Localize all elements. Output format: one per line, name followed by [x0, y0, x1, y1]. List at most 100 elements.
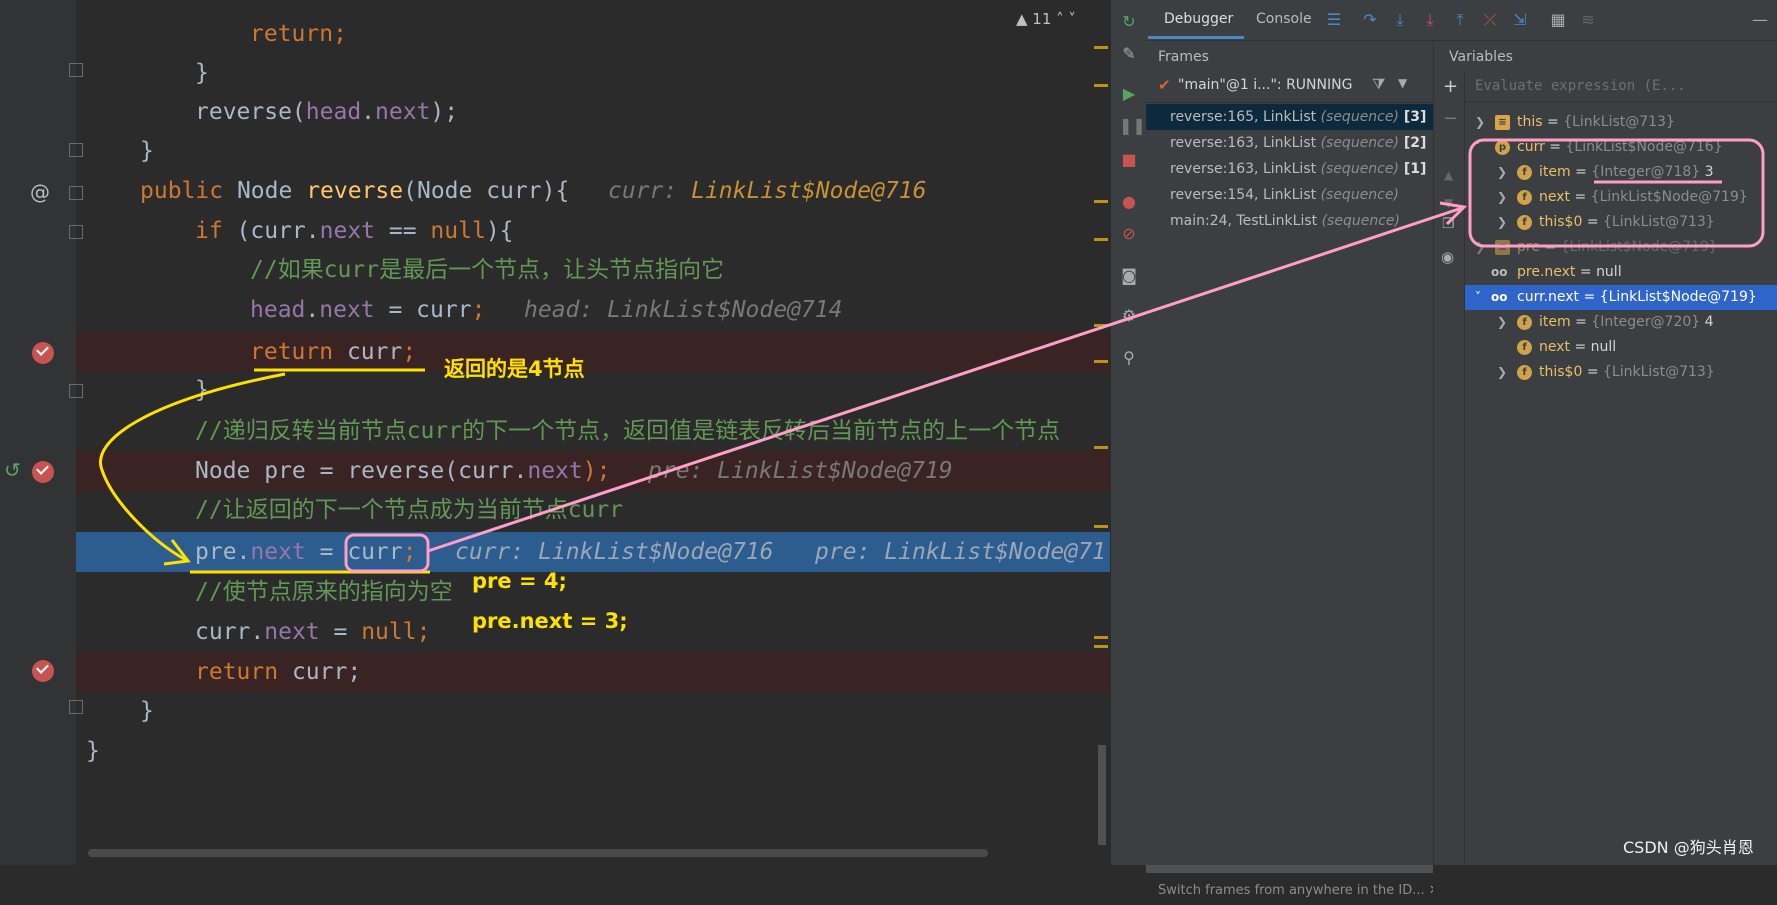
code-line[interactable]: //如果curr是最后一个节点，让头节点指向它: [76, 250, 1110, 290]
chevron-down-icon[interactable]: ▼: [1398, 76, 1407, 90]
close-brace: }: [140, 698, 154, 724]
chevron-right-icon[interactable]: ❯: [1497, 360, 1507, 385]
code-line[interactable]: if (curr.next == null){: [76, 211, 1110, 251]
copy-icon[interactable]: ❐: [1442, 216, 1455, 232]
wrench-icon[interactable]: ✎: [1119, 44, 1139, 64]
stop-icon[interactable]: ■: [1119, 150, 1139, 170]
code-line[interactable]: }: [76, 731, 1110, 771]
breakpoint-icon[interactable]: [32, 461, 54, 483]
error-stripe-mark[interactable]: [1094, 360, 1108, 363]
step-into-icon[interactable]: ⤓: [1390, 10, 1410, 30]
error-stripe-mark[interactable]: [1094, 446, 1108, 449]
chevron-right-icon[interactable]: ❯: [1497, 210, 1507, 235]
variable-row[interactable]: ❯ ≡ this = {LinkList@713}: [1465, 110, 1777, 135]
frame-item[interactable]: reverse:163, LinkList (sequence) [2]: [1146, 130, 1433, 156]
error-stripe-mark[interactable]: [1094, 84, 1108, 87]
chevron-right-icon[interactable]: ❯: [1475, 110, 1485, 135]
variable-row[interactable]: ❯ f this$0 = {LinkList@713}: [1465, 360, 1777, 385]
variable-row[interactable]: ❯ f this$0 = {LinkList@713}: [1465, 210, 1777, 235]
editor-horizontal-scrollbar[interactable]: [88, 849, 988, 857]
breakpoint-line[interactable]: Node pre = reverse(curr.next); pre: Link…: [76, 451, 1110, 491]
drop-frame-icon[interactable]: ⤫: [1480, 10, 1500, 30]
error-stripe-mark[interactable]: [1094, 645, 1108, 648]
code-line[interactable]: }: [76, 370, 1110, 410]
remove-watch-icon[interactable]: −: [1443, 108, 1458, 129]
code-line[interactable]: //让返回的下一个节点成为当前节点curr: [76, 490, 1110, 530]
step-out-icon[interactable]: ⤒: [1450, 10, 1470, 30]
breakpoint-line[interactable]: return curr;: [76, 332, 1110, 372]
chevron-right-icon[interactable]: ❯: [1497, 310, 1507, 335]
frame-item[interactable]: reverse:154, LinkList (sequence): [1146, 182, 1433, 208]
mute-breakpoints-icon[interactable]: ⊘: [1119, 224, 1139, 244]
recursive-call-icon[interactable]: ↺: [4, 458, 21, 482]
frame-item[interactable]: reverse:163, LinkList (sequence) [1]: [1146, 156, 1433, 182]
step-over-icon[interactable]: ↷: [1360, 10, 1380, 30]
frame-item[interactable]: reverse:165, LinkList (sequence) [3]: [1146, 104, 1433, 130]
code-line[interactable]: }: [76, 691, 1110, 731]
tab-debugger[interactable]: Debugger: [1164, 11, 1233, 27]
eye-icon[interactable]: ◉: [1441, 248, 1454, 266]
filter-icon[interactable]: ⧩: [1372, 75, 1385, 93]
view-breakpoints-icon[interactable]: ●: [1119, 192, 1139, 212]
chevron-down-icon[interactable]: ˅: [1475, 135, 1481, 160]
error-stripe-mark[interactable]: [1094, 525, 1108, 528]
minimize-icon[interactable]: —: [1750, 10, 1770, 30]
code-editor[interactable]: @ ↺ return; } reverse(head.next); } publ…: [0, 0, 1110, 865]
variable-row[interactable]: f next = null: [1465, 335, 1777, 360]
frame-item[interactable]: main:24, TestLinkList (sequence): [1146, 208, 1433, 234]
variable-row[interactable]: ˅ p curr = {LinkList$Node@716}: [1465, 135, 1777, 160]
breakpoint-icon[interactable]: [32, 342, 54, 364]
code-text: return curr;: [250, 339, 417, 365]
error-stripe-mark[interactable]: [1094, 324, 1108, 327]
error-stripe-mark[interactable]: [1094, 238, 1108, 241]
settings-gear-icon[interactable]: ⚙: [1119, 306, 1139, 326]
current-execution-line[interactable]: pre.next = curr; curr: LinkList$Node@716…: [76, 532, 1110, 572]
warning-counter[interactable]: ▲ 11 ˄ ˅: [1016, 10, 1076, 28]
chevron-right-icon[interactable]: ❯: [1497, 160, 1507, 185]
error-stripe-mark[interactable]: [1094, 200, 1108, 203]
add-watch-icon[interactable]: +: [1443, 76, 1458, 97]
pause-icon[interactable]: ❚❚: [1119, 116, 1146, 136]
pin-icon[interactable]: ⚲: [1119, 348, 1139, 368]
editor-vertical-scrollbar[interactable]: [1098, 745, 1106, 845]
menu-lines-icon[interactable]: ☰: [1324, 10, 1344, 30]
error-stripe-mark[interactable]: [1094, 636, 1108, 639]
thread-selector[interactable]: ✔ "main"@1 i...": RUNNING ⧩ ▼: [1146, 70, 1433, 103]
variable-row-selected[interactable]: ˅ oo curr.next = {LinkList$Node@719}: [1465, 285, 1777, 310]
code-line[interactable]: return;: [76, 14, 1110, 54]
editor-gutter[interactable]: [0, 0, 76, 865]
run-to-cursor-icon[interactable]: ⇲: [1510, 10, 1530, 30]
code-line[interactable]: public Node reverse(Node curr){ curr: Li…: [76, 171, 1110, 211]
variable-row[interactable]: ❯ f item = {Integer@720} 4: [1465, 310, 1777, 335]
code-line[interactable]: }: [76, 131, 1110, 171]
breakpoint-icon[interactable]: [32, 660, 54, 682]
breakpoint-line[interactable]: return curr;: [76, 652, 1110, 692]
code-text: curr.next = null;: [195, 619, 431, 645]
code-line[interactable]: reverse(head.next);: [76, 92, 1110, 132]
variable-row[interactable]: oo pre.next = null: [1465, 260, 1777, 285]
evaluate-expression-input[interactable]: Evaluate expression (E...: [1465, 70, 1777, 102]
code-line[interactable]: //使节点原来的指向为空: [76, 572, 1110, 612]
error-stripe-mark[interactable]: [1094, 46, 1108, 49]
evaluate-expression-icon[interactable]: ▦: [1548, 10, 1568, 30]
code-line[interactable]: //递归反转当前节点curr的下一个节点，返回值是链表反转后当前节点的上一个节点: [76, 411, 1110, 451]
code-line[interactable]: }: [76, 53, 1110, 93]
chevron-down-icon[interactable]: ˅: [1475, 285, 1481, 310]
variable-row[interactable]: ❯ f item = {Integer@718} 3: [1465, 160, 1777, 185]
chevron-right-icon[interactable]: ❯: [1475, 235, 1485, 260]
resume-icon[interactable]: ▶: [1119, 84, 1139, 104]
chevron-right-icon[interactable]: ❯: [1497, 185, 1507, 210]
rerun-icon[interactable]: ↻: [1119, 12, 1139, 32]
camera-icon[interactable]: ◙: [1119, 266, 1139, 286]
move-down-icon[interactable]: ▼: [1444, 196, 1453, 210]
frames-scrollbar[interactable]: [1146, 865, 1433, 873]
force-step-into-icon[interactable]: ⤓: [1420, 10, 1440, 30]
override-at-icon[interactable]: @: [30, 180, 50, 204]
trace-stream-icon[interactable]: ≋: [1578, 10, 1598, 30]
variable-row[interactable]: ❯ f next = {LinkList$Node@719}: [1465, 185, 1777, 210]
move-up-icon[interactable]: ▲: [1444, 168, 1453, 182]
frames-hint-bar: Switch frames from anywhere in the ID...…: [1158, 883, 1433, 898]
tab-console[interactable]: Console: [1256, 11, 1312, 27]
code-line[interactable]: head.next = curr; head: LinkList$Node@71…: [76, 290, 1110, 330]
variable-row[interactable]: ❯ ≡ pre = {LinkList$Node@719}: [1465, 235, 1777, 260]
